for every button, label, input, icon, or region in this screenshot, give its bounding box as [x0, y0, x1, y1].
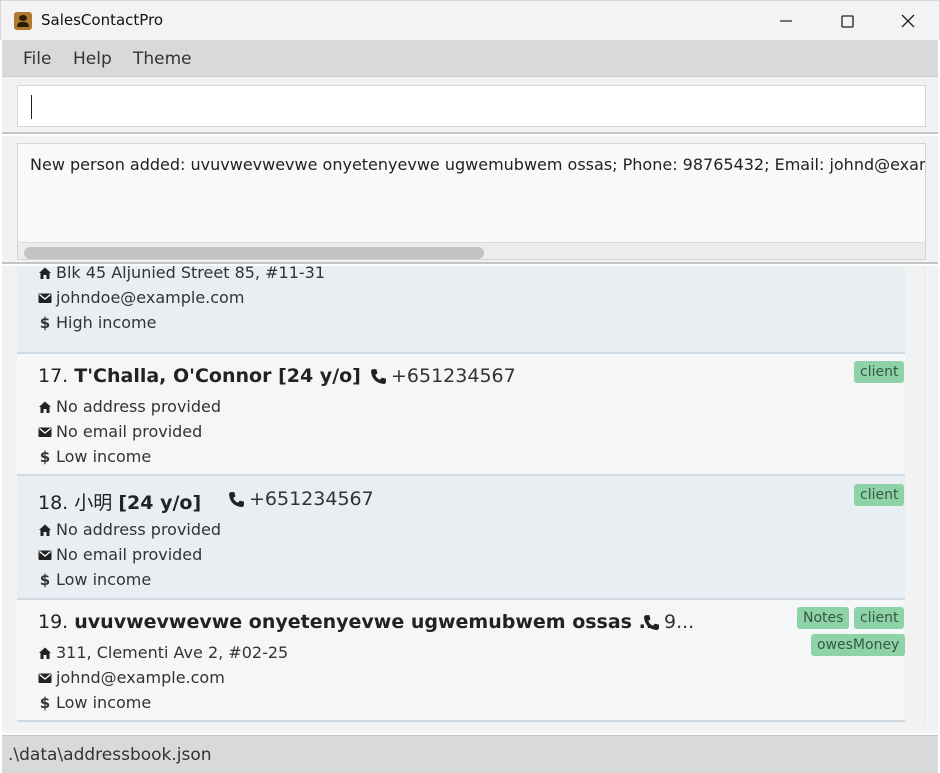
- person-name: 19. uvuvwevwevwe onyetenyevwe ugwemubwem…: [38, 611, 660, 633]
- text-caret: [31, 95, 32, 119]
- dollar-icon: $: [39, 570, 51, 589]
- person-name-text: T'Challa, O'Connor [24 y/o]: [74, 365, 361, 387]
- email-text: johndoe@example.com: [56, 288, 245, 307]
- vertical-scrollbar[interactable]: [924, 266, 926, 726]
- person-name-text: uvuvwevwevwe onyetenyevwe ugwemubwem oss…: [74, 611, 661, 633]
- person-card[interactable]: 19. uvuvwevwevwe onyetenyevwe ugwemubwem…: [17, 600, 906, 722]
- income-field: $ Low income: [38, 693, 151, 712]
- mail-icon: [38, 550, 52, 560]
- home-icon: [39, 524, 51, 536]
- title-bar: SalesContactPro: [0, 0, 940, 40]
- person-list-panel: Blk 45 Aljunied Street 85, #11-31 johndo…: [2, 266, 938, 733]
- address-text: Blk 45 Aljunied Street 85, #11-31: [56, 266, 325, 282]
- address-text: No address provided: [56, 520, 222, 539]
- phone-icon: [644, 614, 659, 630]
- phone-field: +651234567: [228, 488, 374, 510]
- address-text: No address provided: [56, 397, 222, 416]
- email-text: No email provided: [56, 545, 203, 564]
- income-field: $ High income: [38, 313, 157, 332]
- person-name-text: 小明: [74, 492, 113, 514]
- menu-help[interactable]: Help: [73, 49, 112, 69]
- income-text: Low income: [56, 570, 152, 589]
- person-index: 17.: [38, 365, 69, 387]
- close-button[interactable]: [885, 1, 931, 41]
- person-card[interactable]: Blk 45 Aljunied Street 85, #11-31 johndo…: [17, 266, 905, 354]
- person-list[interactable]: Blk 45 Aljunied Street 85, #11-31 johndo…: [17, 266, 926, 726]
- home-icon: [39, 267, 51, 279]
- maximize-button[interactable]: [824, 1, 870, 41]
- dollar-icon: $: [39, 693, 51, 712]
- income-text: Low income: [56, 693, 152, 712]
- dollar-icon: $: [39, 313, 51, 332]
- email-field: johnd@example.com: [38, 668, 225, 687]
- phone-text: 9...: [664, 611, 695, 633]
- phone-field: 9...: [643, 611, 694, 633]
- person-index: 19.: [38, 611, 69, 633]
- menu-bar: File Help Theme: [2, 40, 938, 77]
- address-field: Blk 45 Aljunied Street 85, #11-31: [38, 266, 325, 282]
- phone-text: +651234567: [391, 365, 516, 387]
- phone-field: +651234567: [370, 365, 516, 387]
- home-icon: [39, 647, 51, 659]
- email-field: johndoe@example.com: [38, 288, 244, 307]
- minimize-button[interactable]: [763, 1, 809, 41]
- email-text: johnd@example.com: [56, 668, 225, 687]
- tag-client: client: [854, 484, 905, 506]
- data-file-path: .\data\addressbook.json: [8, 745, 212, 765]
- phone-icon: [371, 368, 386, 384]
- close-icon: [901, 14, 915, 28]
- minimize-icon: [780, 20, 792, 22]
- income-text: Low income: [56, 447, 152, 466]
- horizontal-scrollbar-thumb[interactable]: [24, 247, 484, 259]
- tag-client: client: [854, 361, 905, 383]
- command-input[interactable]: [17, 85, 926, 127]
- mail-icon: [38, 293, 52, 303]
- home-icon: [39, 401, 51, 413]
- phone-text: +651234567: [249, 488, 374, 510]
- address-field: No address provided: [38, 520, 221, 539]
- email-text: No email provided: [56, 422, 203, 441]
- person-index: 18.: [38, 492, 69, 514]
- person-card[interactable]: 17. T'Challa, O'Connor [24 y/o] +6512345…: [17, 354, 905, 476]
- window-title: SalesContactPro: [41, 11, 164, 29]
- result-display[interactable]: New person added: uvuvwevwevwe onyetenye…: [17, 143, 926, 260]
- email-field: No email provided: [38, 545, 202, 564]
- tag-owesmoney: owesMoney: [811, 634, 906, 656]
- income-field: $ Low income: [38, 570, 151, 589]
- person-name: 17. T'Challa, O'Connor [24 y/o]: [38, 365, 361, 387]
- tag-client: client: [854, 607, 905, 629]
- result-area: New person added: uvuvwevwevwe onyetenye…: [2, 136, 938, 264]
- menu-theme[interactable]: Theme: [133, 49, 192, 69]
- income-field: $ Low income: [38, 447, 151, 466]
- address-field: No address provided: [38, 397, 221, 416]
- person-name: 18. 小明 [24 y/o]: [38, 488, 201, 515]
- dollar-icon: $: [39, 447, 51, 466]
- address-text: 311, Clementi Ave 2, #02-25: [56, 643, 289, 662]
- horizontal-scrollbar[interactable]: [18, 242, 925, 259]
- mail-icon: [38, 673, 52, 683]
- maximize-icon: [840, 14, 854, 28]
- app-contact-icon: [14, 12, 32, 30]
- phone-icon: [229, 491, 244, 507]
- address-field: 311, Clementi Ave 2, #02-25: [38, 643, 288, 662]
- tag-notes: Notes: [797, 607, 850, 629]
- person-age: [24 y/o]: [118, 492, 202, 514]
- person-card[interactable]: 18. 小明 [24 y/o] +651234567 client No add…: [17, 476, 905, 600]
- menu-file[interactable]: File: [23, 49, 51, 69]
- income-text: High income: [56, 313, 157, 332]
- command-area: [2, 77, 938, 134]
- mail-icon: [38, 427, 52, 437]
- result-message: New person added: uvuvwevwevwe onyetenye…: [30, 155, 926, 174]
- status-bar: .\data\addressbook.json: [2, 735, 938, 773]
- email-field: No email provided: [38, 422, 202, 441]
